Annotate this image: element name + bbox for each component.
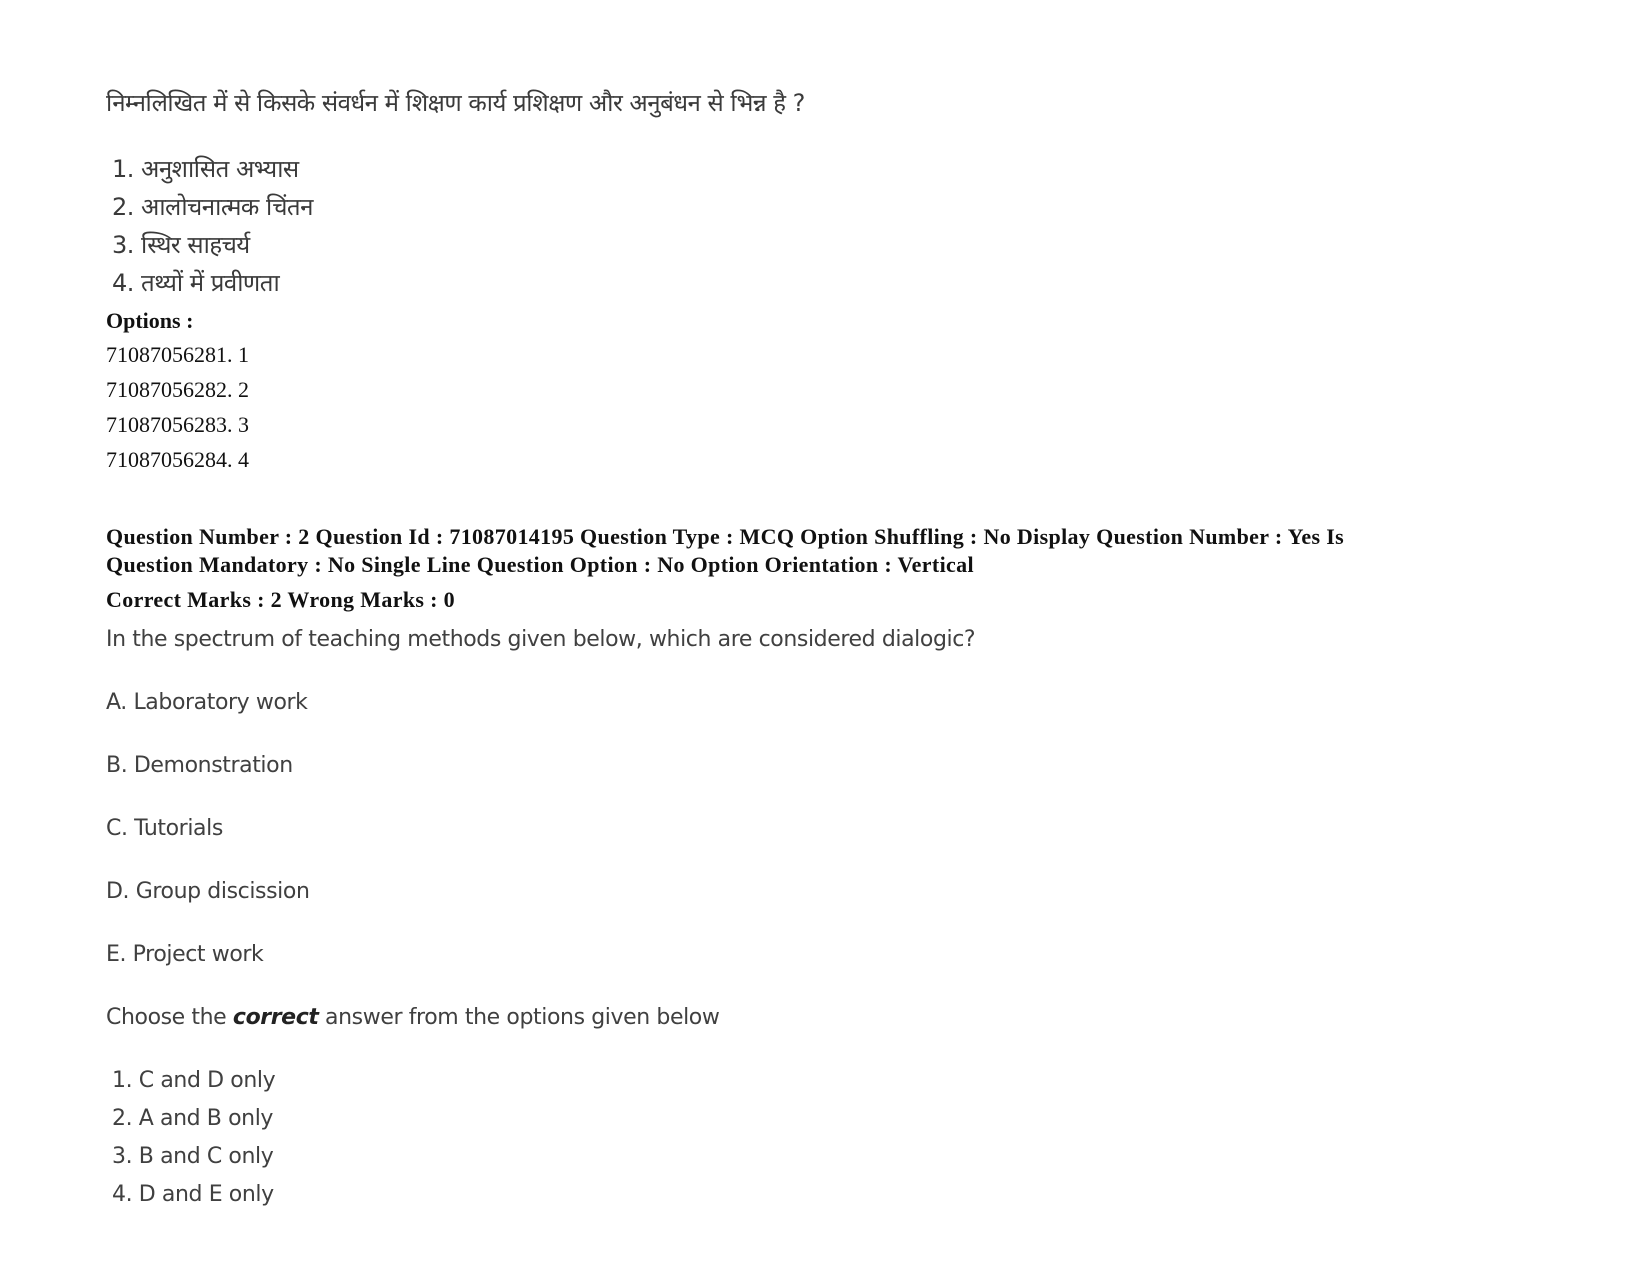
question-text: In the spectrum of teaching methods give… (106, 627, 976, 652)
question-meta-line-1: Question Number : 2 Question Id : 710870… (106, 524, 1345, 549)
instruction-prefix: Choose the (106, 1005, 233, 1030)
statement-item: A. Laboratory work (106, 690, 308, 715)
statement-item: C. Tutorials (106, 816, 223, 841)
hindi-statement: 2. आलोचनात्मक चिंतन (112, 193, 313, 221)
options-label: Options : (106, 308, 194, 333)
option-id-item: 71087056282. 2 (106, 377, 249, 402)
instruction-emphasis: correct (232, 1005, 319, 1030)
hindi-statement: 4. तथ्यों में प्रवीणता (112, 269, 280, 297)
question-meta-line-2: Question Mandatory : No Single Line Ques… (106, 552, 974, 577)
hindi-statement: 3. स्थिर साहचर्य (112, 231, 250, 259)
answer-choice: 1. C and D only (112, 1068, 276, 1093)
answer-choice: 4. D and E only (112, 1182, 274, 1207)
answer-choice: 2. A and B only (112, 1106, 274, 1131)
answer-instruction: Choose the correct answer from the optio… (106, 1005, 720, 1030)
statement-item: E. Project work (106, 942, 264, 967)
hindi-statement: 1. अनुशासित अभ्यास (112, 155, 299, 183)
option-id-item: 71087056283. 3 (106, 412, 249, 437)
answer-choice: 3. B and C only (112, 1144, 274, 1169)
statement-item: B. Demonstration (106, 753, 293, 778)
option-id-item: 71087056284. 4 (106, 447, 249, 472)
statement-item: D. Group discission (106, 879, 310, 904)
instruction-suffix: answer from the options given below (318, 1005, 720, 1030)
hindi-question-text: निम्नलिखित में से किसके संवर्धन में शिक्… (106, 89, 805, 117)
option-id-item: 71087056281. 1 (106, 342, 249, 367)
marks-line: Correct Marks : 2 Wrong Marks : 0 (106, 587, 456, 612)
